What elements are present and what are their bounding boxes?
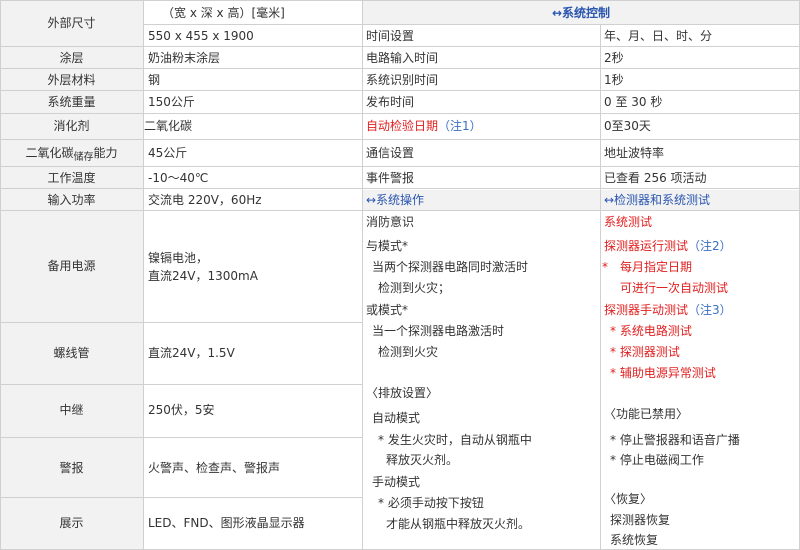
release-time-label: 发布时间 (366, 95, 415, 109)
recover-header: 〈恢复〉 (604, 492, 653, 506)
detector-manual-test-line: 探测器手动测试（注3） (604, 302, 732, 318)
detector-manual-test: 探测器手动测试 (604, 303, 689, 317)
system-circuit-test: * 系统电路测试 (610, 324, 692, 338)
event-alarm-value: 已查看 256 项活动 (604, 171, 707, 185)
detector-recover: 探测器恢复 (610, 513, 671, 527)
label-co2-tail: 能力 (93, 146, 118, 160)
disabled-functions-header: 〈功能已禁用〉 (604, 407, 689, 421)
and-mode-desc-2: 检测到火灾； (378, 281, 451, 295)
system-weight-value: 150公斤 (148, 95, 195, 109)
coating-value: 奶油粉末涂层 (148, 51, 221, 65)
auto-inspection-date-value: 0至30天 (604, 119, 651, 133)
system-control-header: ↔系统控制 (551, 6, 611, 20)
circuit-input-time-label: 电路输入时间 (366, 51, 439, 65)
monthly-auto-test: 可进行一次自动测试 (620, 281, 729, 295)
subheader-row-bg (362, 190, 800, 210)
note-1-link[interactable]: （注1） (438, 119, 482, 133)
communication-setting-label: 通信设置 (366, 146, 415, 160)
label-extinguishing-agent: 消化剂 (53, 119, 90, 133)
solenoid-value: 直流24V，1.5V (148, 346, 235, 360)
event-alarm-label: 事件警报 (366, 171, 415, 185)
label-backup-power: 备用电源 (47, 259, 96, 273)
release-time-value: 0 至 30 秒 (604, 95, 663, 109)
or-mode: 或模式* (366, 303, 409, 317)
label-system-weight: 系统重量 (47, 95, 96, 109)
system-operation-header: ↔系统操作 (366, 193, 425, 207)
aux-power-test: * 辅助电源异常测试 (610, 366, 716, 380)
outer-material-value: 钢 (148, 73, 161, 87)
dimensions-unit: （宽 x 深 x 高）[毫米] (162, 6, 285, 20)
label-outer-material: 外层材料 (47, 73, 96, 87)
label-input-power: 输入功率 (47, 193, 96, 207)
system-test: 系统测试 (604, 215, 653, 229)
auto-mode-desc-2: 释放灭火剂。 (386, 453, 459, 467)
dimensions-value: 550 x 455 x 1900 (148, 29, 254, 43)
backup-power-value-2: 直流24V，1300mA (148, 269, 258, 283)
time-setting-value: 年、月、日、时、分 (604, 29, 713, 43)
co2-storage-value: 45公斤 (148, 146, 188, 160)
stop-valve: * 停止电磁阀工作 (610, 453, 704, 467)
fire-awareness: 消防意识 (366, 215, 415, 229)
label-display: 展示 (59, 516, 84, 530)
manual-mode-desc-1: * 必须手动按下按钮 (378, 496, 484, 510)
monthly-date: * 每月指定日期 (602, 260, 693, 274)
auto-mode: 自动模式 (372, 411, 421, 425)
auto-inspection-date-label: 自动检验日期（注1） (366, 118, 482, 134)
time-setting-label: 时间设置 (366, 29, 415, 43)
relay-value: 250伏，5安 (148, 403, 215, 417)
manual-mode-desc-2: 才能从钢瓶中释放灭火剂。 (386, 517, 531, 531)
label-co2-sub: 储存 (73, 152, 94, 163)
stop-alarm: * 停止警报器和语音广播 (610, 433, 740, 447)
label-co2-storage-capacity: 二氧化碳储存能力 (0, 145, 143, 163)
system-recognition-time-value: 1秒 (604, 73, 624, 87)
or-mode-desc-2: 检测到火灾 (378, 345, 439, 359)
auto-inspection-date-text: 自动检验日期 (366, 119, 439, 133)
detector-test-header: ↔检测器和系统测试 (604, 193, 711, 207)
discharge-setting: 〈排放设置〉 (366, 386, 439, 400)
and-mode: 与模式* (366, 239, 409, 253)
system-recover: 系统恢复 (610, 533, 659, 547)
manual-mode: 手动模式 (372, 475, 421, 489)
system-recognition-time-label: 系统识别时间 (366, 73, 439, 87)
label-solenoid: 螺线管 (53, 346, 90, 360)
label-co2-main: 二氧化碳 (25, 146, 74, 160)
circuit-input-time-value: 2秒 (604, 51, 624, 65)
note-3-link[interactable]: （注3） (688, 303, 732, 317)
label-dimensions: 外部尺寸 (47, 16, 96, 30)
communication-setting-value: 地址波特率 (604, 146, 665, 160)
backup-power-value-1: 镍镉电池， (148, 251, 209, 265)
detector-test: * 探测器测试 (610, 345, 680, 359)
label-alarm: 警报 (59, 461, 84, 475)
extinguishing-agent-value: 二氧化碳 (144, 119, 193, 133)
label-coating: 涂层 (59, 51, 84, 65)
or-mode-desc-1: 当一个探测器电路激活时 (372, 324, 505, 338)
spec-table: 外部尺寸 （宽 x 深 x 高）[毫米] 550 x 455 x 1900 涂层… (0, 0, 800, 550)
label-relay: 中继 (59, 403, 84, 417)
detector-run-test-line: 探测器运行测试（注2） (604, 238, 732, 254)
note-2-link[interactable]: （注2） (688, 239, 732, 253)
and-mode-desc-1: 当两个探测器电路同时激活时 (372, 260, 529, 274)
detector-run-test: 探测器运行测试 (604, 239, 689, 253)
auto-mode-desc-1: * 发生火灾时，自动从钢瓶中 (378, 433, 532, 447)
display-value: LED、FND、图形液晶显示器 (148, 516, 305, 530)
input-power-value: 交流电 220V，60Hz (148, 193, 262, 207)
label-operating-temperature: 工作温度 (47, 171, 96, 185)
operating-temperature-value: -10～40℃ (148, 171, 209, 185)
alarm-value: 火警声、检查声、警报声 (148, 461, 281, 475)
